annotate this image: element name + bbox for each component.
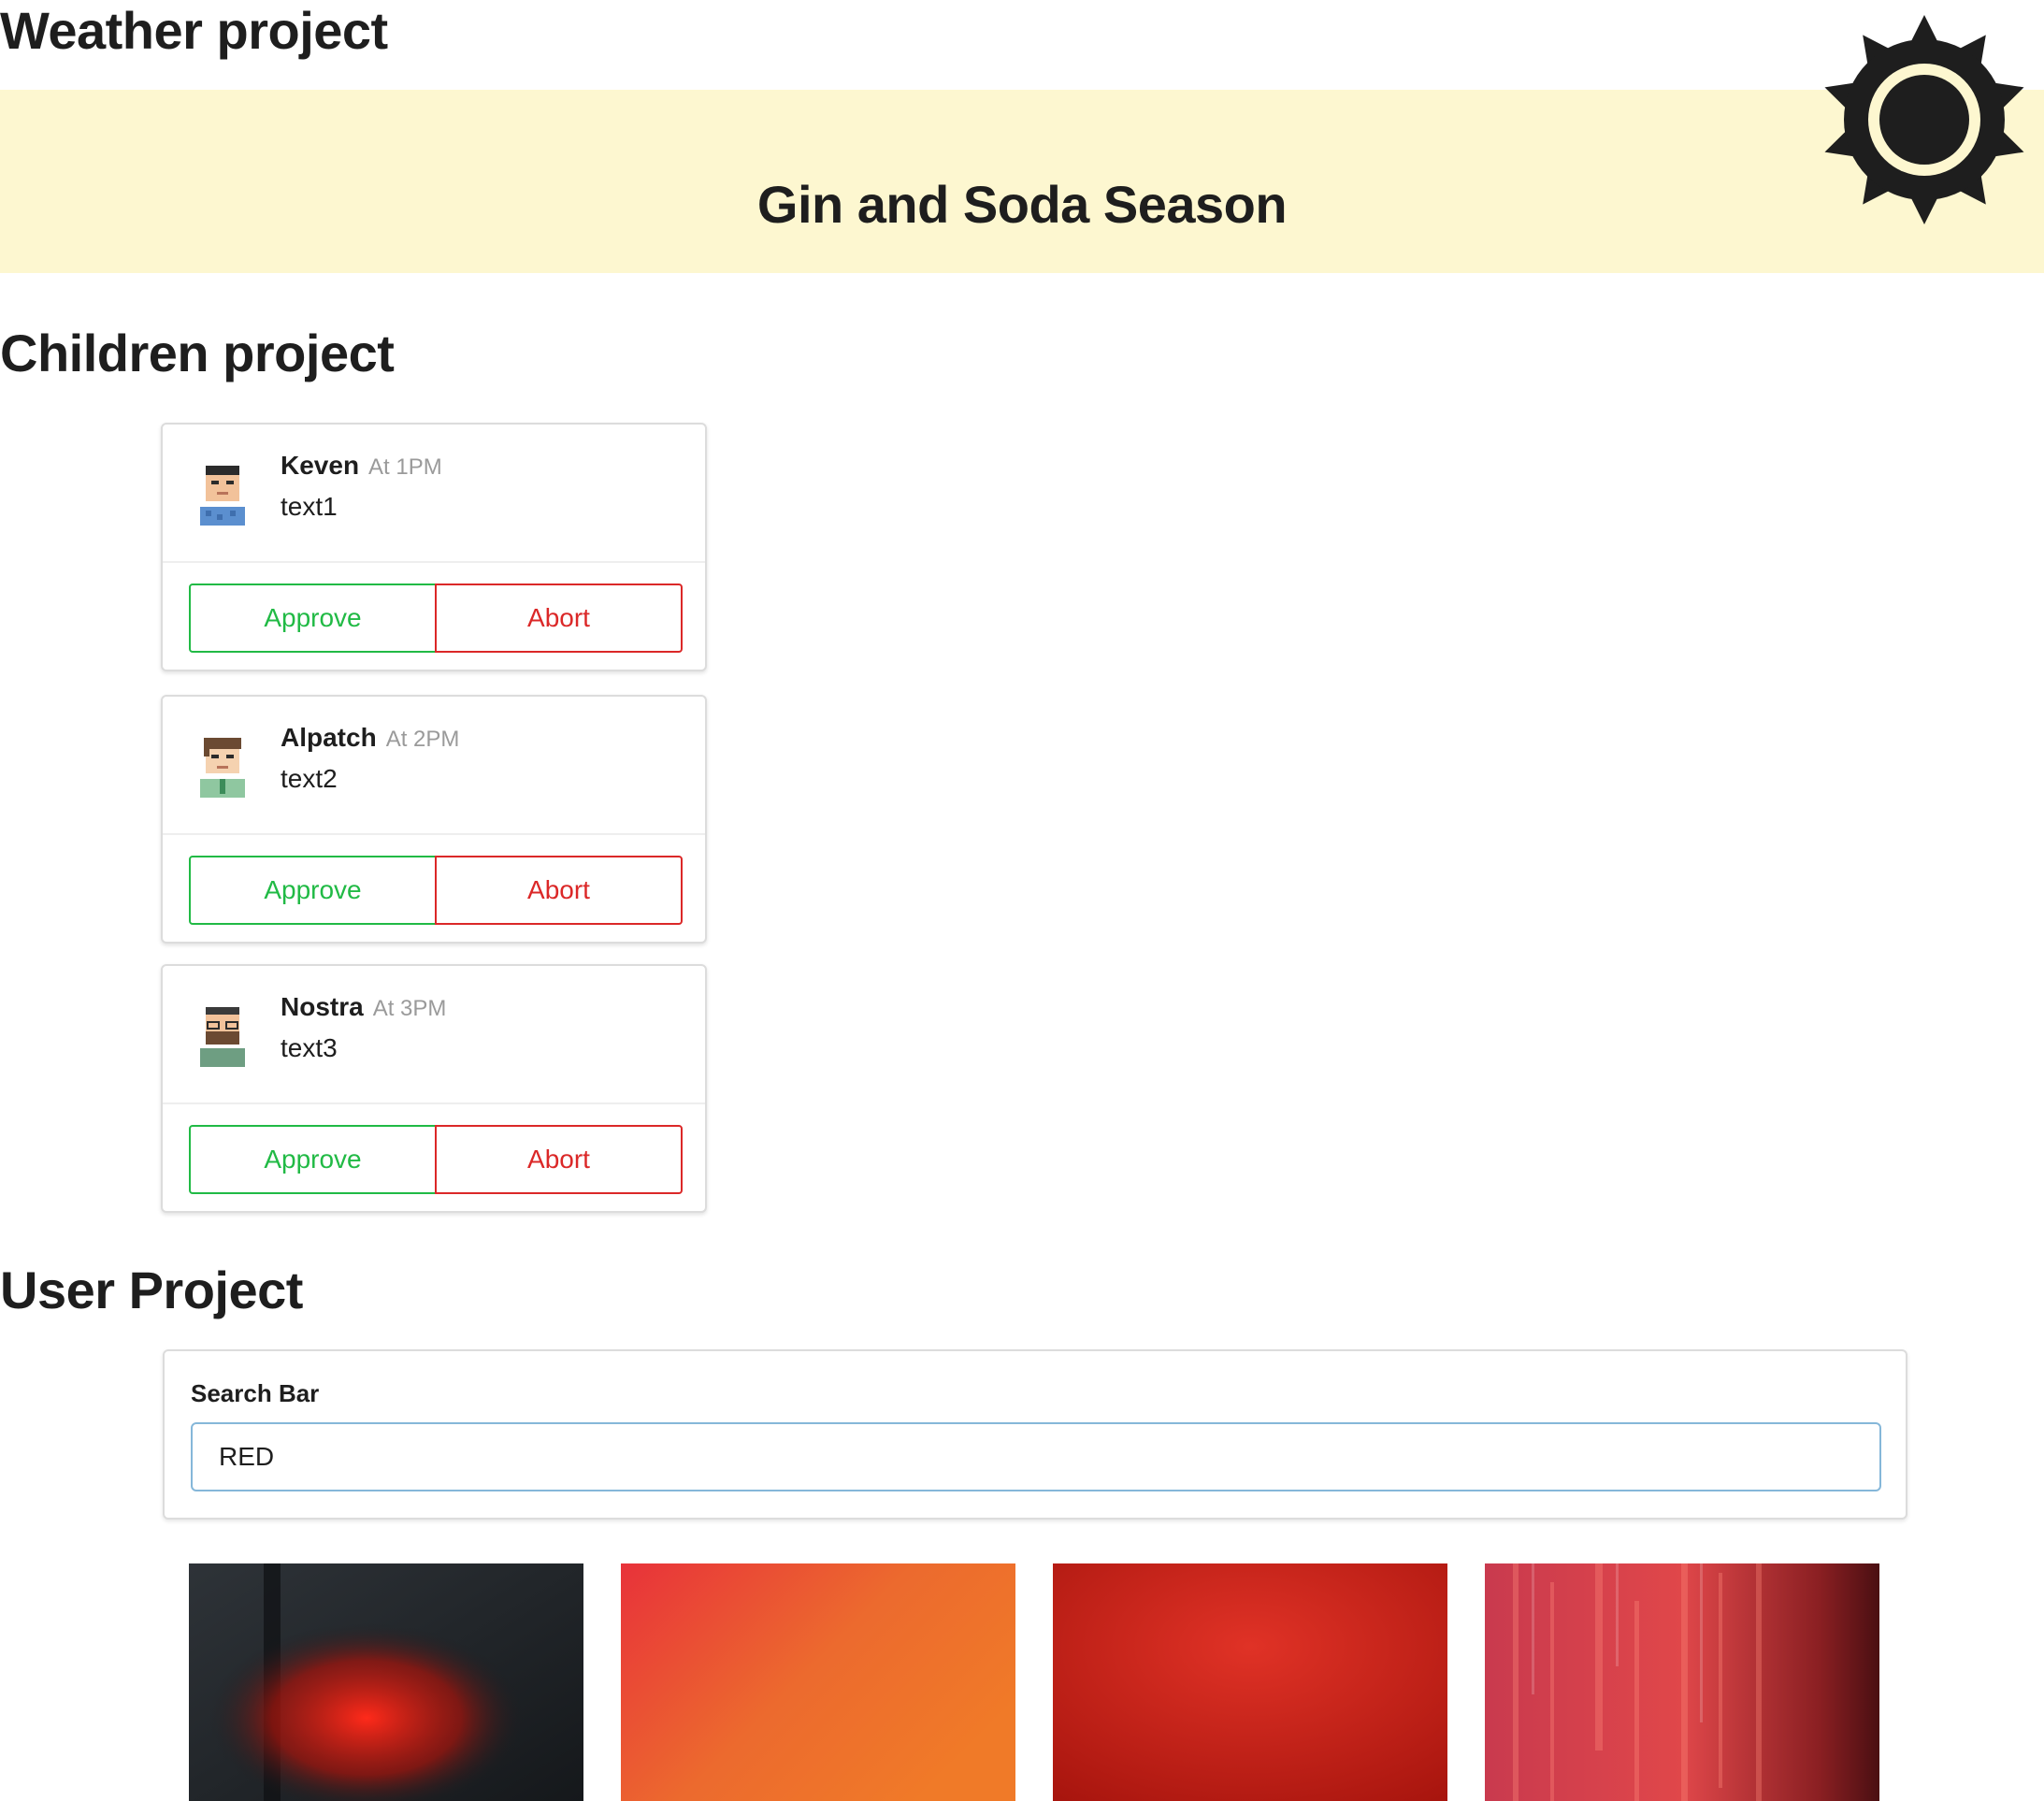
avatar [200,466,245,526]
comment-card: Nostra At 3PM text3 Approve Abort [161,964,707,1213]
comment-author[interactable]: Nostra [281,992,364,1021]
red-texture-image[interactable] [1053,1563,1447,1801]
user-project-title: User Project [0,1261,303,1319]
search-label: Search Bar [191,1379,320,1407]
comment-time: At 1PM [368,454,442,480]
avatar [200,738,245,798]
abort-button[interactable]: Abort [435,1125,683,1194]
approve-button[interactable]: Approve [189,1125,437,1194]
comment-time: At 3PM [372,996,447,1021]
approve-button[interactable]: Approve [189,856,437,925]
avatar [200,1007,245,1067]
abort-button[interactable]: Abort [435,584,683,653]
red-orange-gradient-image[interactable] [621,1563,1015,1801]
weather-banner: Gin and Soda Season [0,90,2044,273]
comment-card: Alpatch At 2PM text2 Approve Abort [161,695,707,944]
abort-button[interactable]: Abort [435,856,683,925]
weather-headline: Gin and Soda Season [756,175,1288,234]
red-lights-image[interactable] [189,1563,583,1801]
search-input[interactable] [191,1422,1881,1491]
comment-text: text3 [281,1033,338,1062]
search-card: Search Bar [163,1349,1907,1520]
comment-author[interactable]: Alpatch [281,723,377,752]
comment-time: At 2PM [385,727,460,752]
comment-text: text1 [281,492,338,521]
comment-card: Keven At 1PM text1 Approve Abort [161,423,707,671]
sun-icon [1824,15,2024,224]
comment-author[interactable]: Keven [281,451,359,480]
approve-button[interactable]: Approve [189,584,437,653]
children-project-title: Children project [0,324,395,382]
red-paint-image[interactable] [1485,1563,1879,1801]
weather-project-title: Weather project [0,1,388,60]
comment-text: text2 [281,764,338,793]
